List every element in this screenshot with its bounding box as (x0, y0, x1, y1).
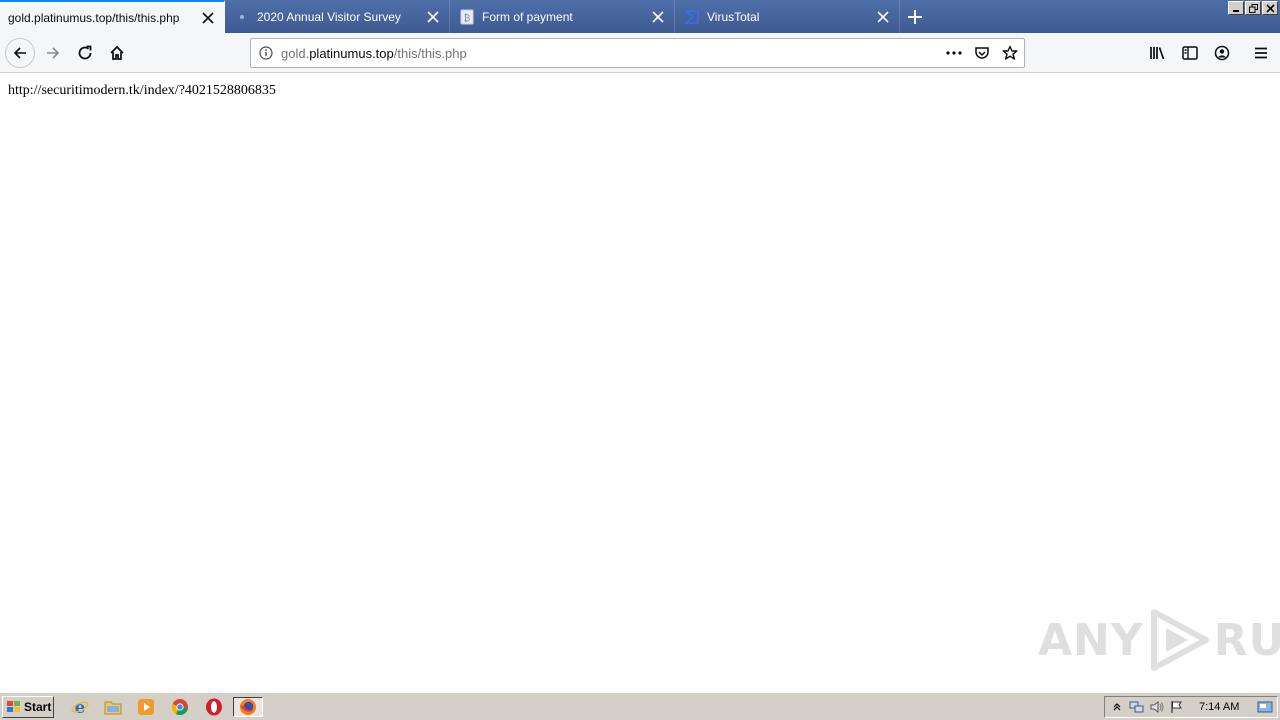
new-tab-icon[interactable] (904, 6, 926, 28)
opera-icon[interactable] (203, 697, 225, 717)
play-icon (1150, 609, 1209, 671)
start-label: Start (24, 700, 52, 714)
forward-icon[interactable] (39, 39, 67, 67)
url-host: platinumus.top (309, 45, 394, 61)
window-controls (1228, 1, 1278, 15)
menu-icon[interactable] (1247, 39, 1275, 67)
volume-icon[interactable] (1147, 698, 1167, 716)
tab-form-of-payment[interactable]: ₿ Form of payment (450, 0, 675, 33)
tab-annual-visitor-survey[interactable]: 2020 Annual Visitor Survey (225, 0, 450, 33)
tab-label: VirusTotal (707, 9, 760, 24)
explorer-icon[interactable] (102, 697, 124, 717)
url-text[interactable]: gold.platinumus.top/this/this.php (281, 46, 940, 61)
restore-icon[interactable] (1245, 1, 1261, 15)
svg-text:₿: ₿ (464, 13, 471, 24)
action-center-flag-icon[interactable] (1167, 698, 1187, 716)
clock[interactable]: 7:14 AM (1199, 701, 1239, 713)
library-icon[interactable] (1144, 39, 1172, 67)
anyrun-watermark: ANY RUN (1038, 608, 1280, 672)
virustotal-icon (684, 9, 700, 25)
ie-icon[interactable]: e (69, 697, 91, 717)
svg-text:e: e (75, 698, 86, 716)
url-path: /this/this.php (393, 45, 467, 61)
info-icon[interactable] (251, 46, 281, 60)
network-icon[interactable] (1127, 698, 1147, 716)
close-tab-icon[interactable] (423, 7, 443, 27)
watermark-right: RUN (1213, 614, 1280, 666)
tab-label: gold.platinumus.top/this/this.php (8, 10, 180, 25)
tab-gold-platinumus[interactable]: gold.platinumus.top/this/this.php (0, 0, 225, 33)
close-tab-icon[interactable] (648, 7, 668, 27)
dot-icon (234, 9, 250, 25)
firefox-icon[interactable] (233, 697, 263, 717)
sidebar-icon[interactable] (1176, 39, 1204, 67)
page-url-text: http://securitimodern.tk/index/?40215288… (8, 83, 276, 98)
show-hidden-icon[interactable] (1107, 698, 1127, 716)
page-content: http://securitimodern.tk/index/?40215288… (0, 74, 1280, 692)
windows-logo-icon (7, 701, 20, 712)
tab-label: Form of payment (482, 9, 573, 24)
page-actions-icon[interactable] (940, 39, 968, 67)
tab-label: 2020 Annual Visitor Survey (257, 9, 401, 24)
taskbar: Start e 7:14 AM (0, 692, 1280, 720)
account-icon[interactable] (1208, 39, 1236, 67)
close-tab-icon[interactable] (198, 8, 218, 28)
url-bar[interactable]: gold.platinumus.top/this/this.php (250, 38, 1025, 68)
url-prefix: gold. (281, 45, 310, 61)
navigation-toolbar: gold.platinumus.top/this/this.php (0, 33, 1280, 73)
minimize-icon[interactable] (1228, 1, 1244, 15)
close-tab-icon[interactable] (873, 7, 893, 27)
close-window-icon[interactable] (1262, 1, 1278, 15)
media-player-icon[interactable] (135, 697, 157, 717)
page-icon: ₿ (459, 9, 475, 25)
system-tray: 7:14 AM (1104, 696, 1278, 718)
start-button[interactable]: Start (2, 696, 54, 718)
home-icon[interactable] (103, 39, 131, 67)
pocket-icon[interactable] (968, 39, 996, 67)
back-icon[interactable] (5, 38, 35, 68)
bookmark-star-icon[interactable] (996, 39, 1024, 67)
watermark-left: ANY (1038, 614, 1144, 666)
tab-virustotal[interactable]: VirusTotal (675, 0, 900, 33)
chrome-icon[interactable] (169, 697, 191, 717)
reload-icon[interactable] (71, 39, 99, 67)
tab-strip: gold.platinumus.top/this/this.php 2020 A… (0, 0, 1280, 33)
show-desktop-icon[interactable] (1255, 698, 1275, 716)
